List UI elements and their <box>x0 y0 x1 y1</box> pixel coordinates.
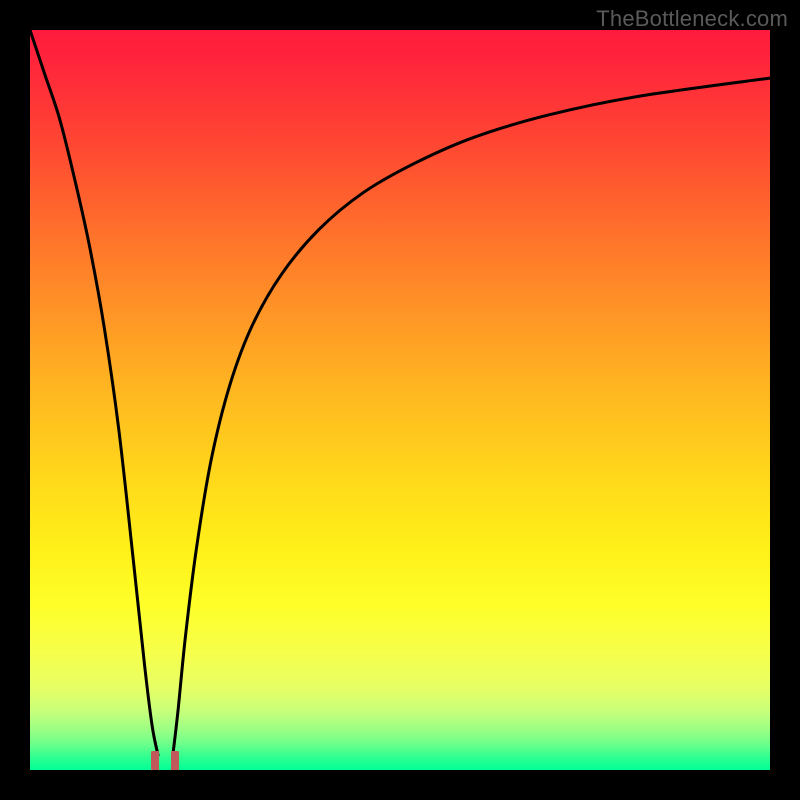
curve-right-branch <box>173 78 770 755</box>
plot-area <box>30 30 770 770</box>
watermark-text: TheBottleneck.com <box>596 6 788 32</box>
curve-left-branch <box>30 30 158 755</box>
chart-frame: TheBottleneck.com <box>0 0 800 800</box>
chart-curves <box>30 30 770 770</box>
